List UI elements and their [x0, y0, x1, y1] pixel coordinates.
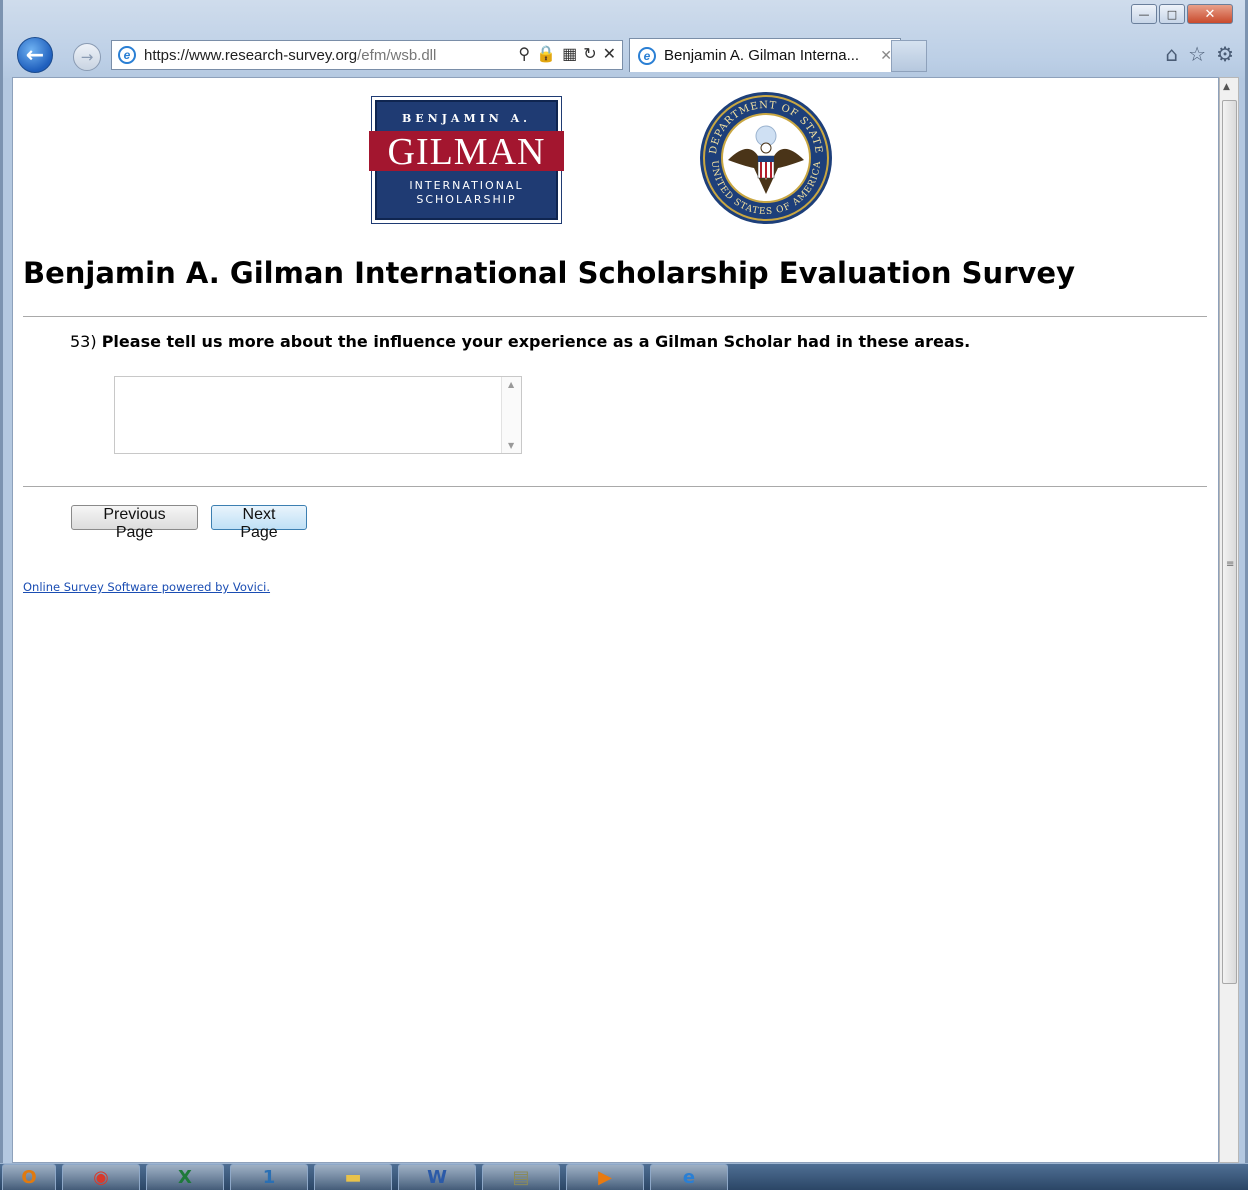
refresh-icon[interactable]: ↻: [583, 44, 596, 64]
lock-icon[interactable]: 🔒: [536, 44, 556, 64]
chrome-icon[interactable]: ◉: [62, 1164, 140, 1190]
page-scrollbar[interactable]: ▲ ≡: [1219, 77, 1239, 1163]
navigation-bar: ← → e https://www.research-survey.org/ef…: [15, 36, 1240, 76]
compatibility-icon[interactable]: ▦: [562, 44, 577, 64]
previous-page-button[interactable]: Previous Page: [71, 505, 198, 541]
divider-top: [23, 316, 1207, 317]
scrollbar-grip-icon: ≡: [1226, 559, 1235, 570]
excel-icon[interactable]: X: [146, 1164, 224, 1190]
url-path: /efm/wsb.dll: [357, 46, 437, 64]
ie-icon[interactable]: e: [650, 1164, 728, 1190]
gilman-logo: BENJAMIN A. GILMAN INTERNATIONAL SCHOLAR…: [369, 100, 564, 220]
folder-icon[interactable]: ▬: [314, 1164, 392, 1190]
gilman-logo-middle: GILMAN: [369, 131, 564, 173]
outlook-icon[interactable]: O: [2, 1164, 56, 1190]
tab-title: Benjamin A. Gilman Interna...: [664, 47, 860, 64]
address-bar[interactable]: e https://www.research-survey.org/efm/ws…: [111, 40, 623, 70]
textarea-scrollbar[interactable]: ▲ ▼: [501, 377, 521, 453]
taskbar: O ◉ X 1 ▬ W ▤ ▶ e: [0, 1163, 1248, 1190]
department-of-state-seal: DEPARTMENT OF STATE UNITED STATES OF AME…: [700, 92, 832, 224]
search-icon[interactable]: ⚲: [518, 44, 530, 64]
question-text: Please tell us more about the influence …: [101, 332, 971, 351]
textarea-scroll-up-icon[interactable]: ▲: [508, 380, 514, 389]
page-title: Benjamin A. Gilman International Scholar…: [23, 256, 1075, 290]
ie-page-icon: e: [118, 46, 136, 64]
answer-textarea[interactable]: [115, 377, 501, 453]
url-host: https://www.research-survey.org: [144, 46, 358, 64]
question-number: 53): [70, 332, 97, 351]
app2-icon[interactable]: ▤: [482, 1164, 560, 1190]
maximize-button[interactable]: □: [1159, 4, 1185, 24]
gilman-logo-bottom: INTERNATIONAL SCHOLARSHIP: [377, 179, 556, 207]
page-content: BENJAMIN A. GILMAN INTERNATIONAL SCHOLAR…: [12, 77, 1219, 1163]
minimize-button[interactable]: —: [1131, 4, 1157, 24]
window-controls: — □ ✕: [1131, 4, 1233, 24]
vovici-link[interactable]: Online Survey Software powered by Vovici…: [23, 580, 270, 594]
forward-button[interactable]: →: [73, 43, 101, 71]
question-53: 53) Please tell us more about the influe…: [70, 332, 970, 351]
app-icon[interactable]: 1: [230, 1164, 308, 1190]
answer-box: ▲ ▼: [114, 376, 522, 454]
gilman-logo-top: BENJAMIN A.: [401, 112, 532, 125]
new-tab-button[interactable]: [891, 40, 927, 72]
word-icon[interactable]: W: [398, 1164, 476, 1190]
back-button[interactable]: ←: [17, 37, 53, 73]
divider-bottom: [23, 486, 1207, 487]
textarea-scroll-down-icon[interactable]: ▼: [508, 441, 514, 450]
gilman-logo-bottom-2: SCHOLARSHIP: [416, 193, 517, 206]
browser-tools: ⌂ ☆ ⚙: [1165, 42, 1234, 66]
favorites-star-icon[interactable]: ☆: [1188, 42, 1206, 66]
address-tools: ⚲ 🔒 ▦ ↻ ✕: [518, 44, 616, 64]
close-button[interactable]: ✕: [1187, 4, 1233, 24]
scrollbar-thumb[interactable]: ≡: [1222, 100, 1237, 984]
gilman-logo-bottom-1: INTERNATIONAL: [409, 179, 524, 192]
home-icon[interactable]: ⌂: [1165, 42, 1178, 66]
tab-active[interactable]: e Benjamin A. Gilman Interna... ✕: [629, 38, 901, 72]
next-page-button[interactable]: Next Page: [211, 505, 307, 541]
ie-tab-icon: e: [638, 46, 656, 65]
gear-icon[interactable]: ⚙: [1216, 42, 1234, 66]
stop-icon[interactable]: ✕: [603, 44, 616, 64]
scroll-up-icon[interactable]: ▲: [1223, 82, 1230, 92]
media-icon[interactable]: ▶: [566, 1164, 644, 1190]
